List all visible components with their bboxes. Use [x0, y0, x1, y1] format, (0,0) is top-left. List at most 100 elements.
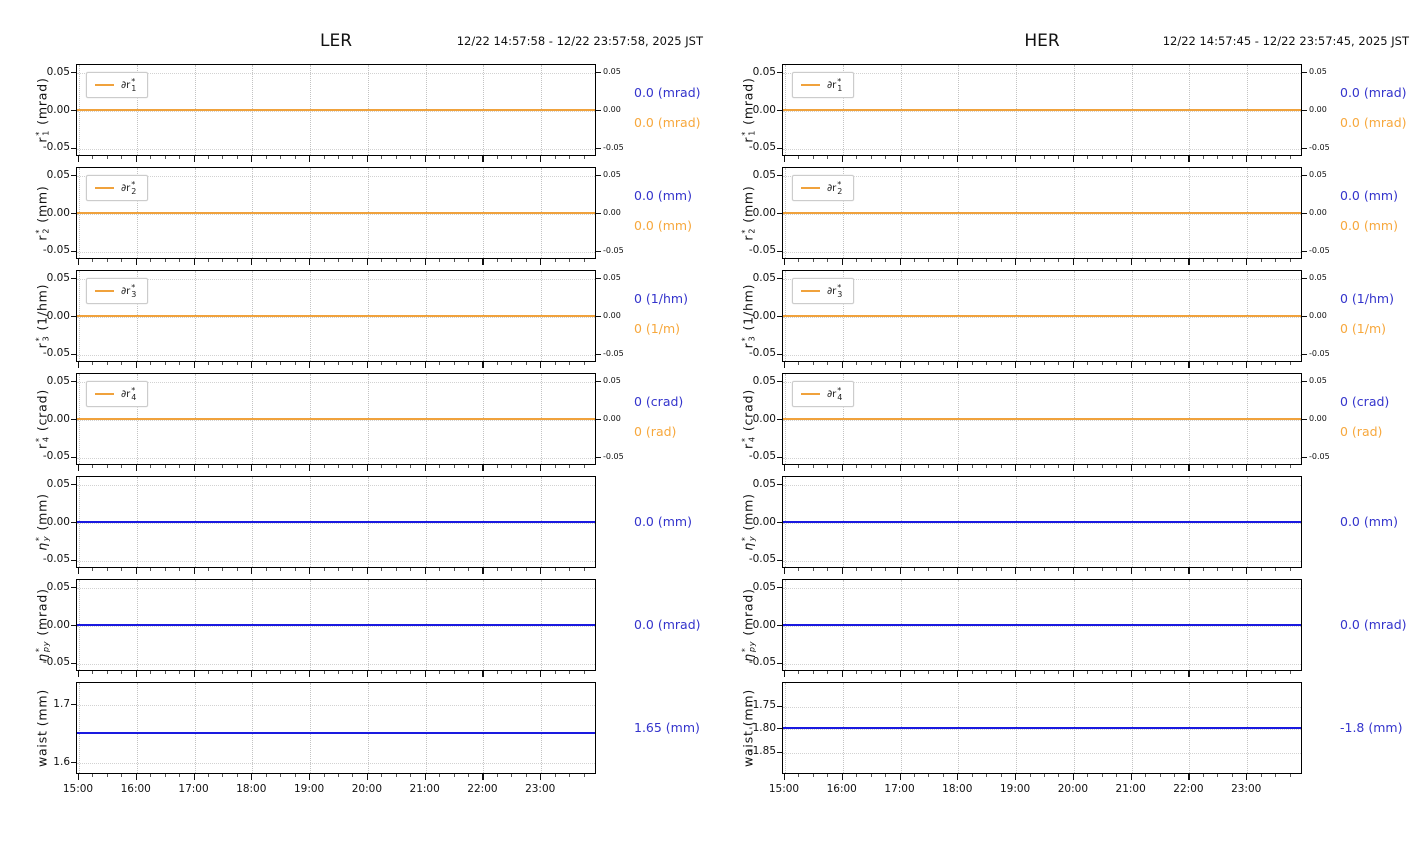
y-axis-label-unit: (mm): [34, 493, 50, 531]
horizontal-gridline: [783, 176, 1301, 178]
x-minor-tick: [511, 259, 513, 262]
x-minor-tick: [467, 465, 469, 468]
x-major-tick: [1188, 568, 1190, 574]
x-major-tick: [135, 568, 137, 574]
y-tick-mark: [71, 278, 76, 280]
right-y-tick-label: 0.05: [603, 67, 621, 77]
x-minor-tick: [453, 259, 455, 262]
x-minor-tick: [885, 568, 887, 571]
legend-label: ∂r * 4: [121, 387, 137, 402]
y-tick-label: 0.05: [46, 65, 70, 78]
x-major-tick: [540, 259, 542, 265]
x-major-tick: [1246, 671, 1248, 677]
x-major-tick: [309, 774, 311, 780]
y-axis-label: r * 2 (mm): [740, 185, 756, 241]
y-axis-label-base: r: [34, 136, 50, 143]
x-minor-tick: [338, 671, 339, 674]
x-minor-tick: [207, 671, 209, 674]
y-axis-label-base: r: [740, 136, 756, 143]
x-minor-tick: [1000, 774, 1002, 777]
subscript: 3: [837, 290, 843, 299]
x-tick-label: 15:00: [768, 783, 800, 795]
x-minor-tick: [294, 259, 296, 262]
right-y-tick-mark: [596, 419, 601, 421]
legend-box: ∂r * 2: [86, 175, 149, 201]
x-minor-tick: [222, 568, 224, 571]
subsup: * 2: [131, 181, 136, 196]
x-minor-tick: [1087, 774, 1089, 777]
x-minor-tick: [439, 774, 441, 777]
legend-label-prefix: ∂r: [827, 182, 837, 194]
current-value-primary: 0.0 (mm): [1340, 188, 1398, 203]
y-axis-label-base: r: [740, 234, 756, 241]
y-axis-label: η * y (mm): [34, 493, 50, 551]
right-y-tick-label: 0.00: [603, 105, 621, 114]
x-minor-tick: [913, 568, 915, 571]
x-minor-tick: [1173, 362, 1175, 365]
y-tick-mark: [71, 353, 76, 355]
y-axis-label-base: η: [34, 653, 50, 662]
x-minor-tick: [1044, 156, 1045, 159]
x-tick-label: 20:00: [1057, 783, 1089, 795]
horizontal-gridline: [77, 176, 595, 178]
x-minor-tick: [323, 774, 325, 777]
x-minor-tick: [1217, 568, 1219, 571]
x-major-tick: [1130, 259, 1132, 265]
x-minor-tick: [798, 259, 800, 262]
data-line-orange: [77, 108, 595, 112]
x-major-tick: [77, 671, 80, 677]
x-minor-tick: [381, 362, 383, 365]
chart-time-range: 12/22 14:57:45 - 12/22 23:57:45, 2025 JS…: [1162, 34, 1409, 48]
x-minor-tick: [569, 156, 571, 159]
x-minor-tick: [453, 568, 455, 571]
x-minor-tick: [1260, 568, 1262, 571]
x-minor-tick: [827, 774, 829, 777]
y-tick-label: -0.05: [42, 450, 70, 463]
x-minor-tick: [928, 465, 930, 468]
x-minor-tick: [1159, 671, 1161, 674]
x-major-tick: [540, 568, 542, 574]
x-major-tick: [251, 259, 253, 265]
x-minor-tick: [106, 671, 108, 674]
x-minor-tick: [265, 156, 267, 159]
x-minor-tick: [1101, 774, 1103, 777]
x-minor-tick: [1029, 465, 1031, 468]
y-tick-mark: [777, 72, 782, 74]
x-minor-tick: [1000, 568, 1002, 571]
current-value-primary: 0 (1/hm): [1340, 291, 1394, 306]
right-y-tick-mark: [1302, 110, 1307, 112]
subsup: * 4: [837, 387, 842, 402]
y-tick-mark: [777, 250, 782, 252]
y-tick-mark: [71, 587, 76, 589]
x-major-tick: [366, 156, 369, 162]
x-minor-tick: [913, 156, 915, 159]
x-minor-tick: [1044, 774, 1045, 777]
y-axis-label-unit: (1/hm): [34, 283, 50, 331]
x-minor-tick: [164, 671, 166, 674]
chart-column-her: HER 12/22 14:57:45 - 12/22 23:57:45, 2025…: [706, 0, 1412, 864]
plot-panel-waist: [76, 682, 596, 774]
subsup: * py: [740, 641, 756, 652]
x-major-tick: [193, 362, 195, 368]
y-axis-label-unit: (1/hm): [740, 283, 756, 331]
x-minor-tick: [410, 671, 412, 674]
y-axis-label: r * 4 (crad): [34, 389, 50, 449]
x-minor-tick: [1231, 774, 1233, 777]
right-y-tick-mark: [1302, 72, 1307, 74]
x-minor-tick: [928, 362, 930, 365]
x-minor-tick: [798, 465, 800, 468]
x-minor-tick: [294, 671, 296, 674]
horizontal-gridline: [783, 382, 1301, 384]
x-minor-tick: [1044, 671, 1045, 674]
x-minor-tick: [885, 774, 887, 777]
x-major-tick: [309, 671, 311, 677]
y-tick-label: 0.05: [46, 374, 70, 387]
x-minor-tick: [1000, 362, 1002, 365]
x-major-tick: [1072, 774, 1075, 780]
x-major-tick: [482, 259, 484, 265]
x-minor-tick: [928, 774, 930, 777]
subscript: 1: [131, 84, 137, 93]
x-tick-label: 18:00: [942, 783, 973, 795]
x-minor-tick: [179, 671, 181, 674]
x-minor-tick: [92, 774, 94, 777]
